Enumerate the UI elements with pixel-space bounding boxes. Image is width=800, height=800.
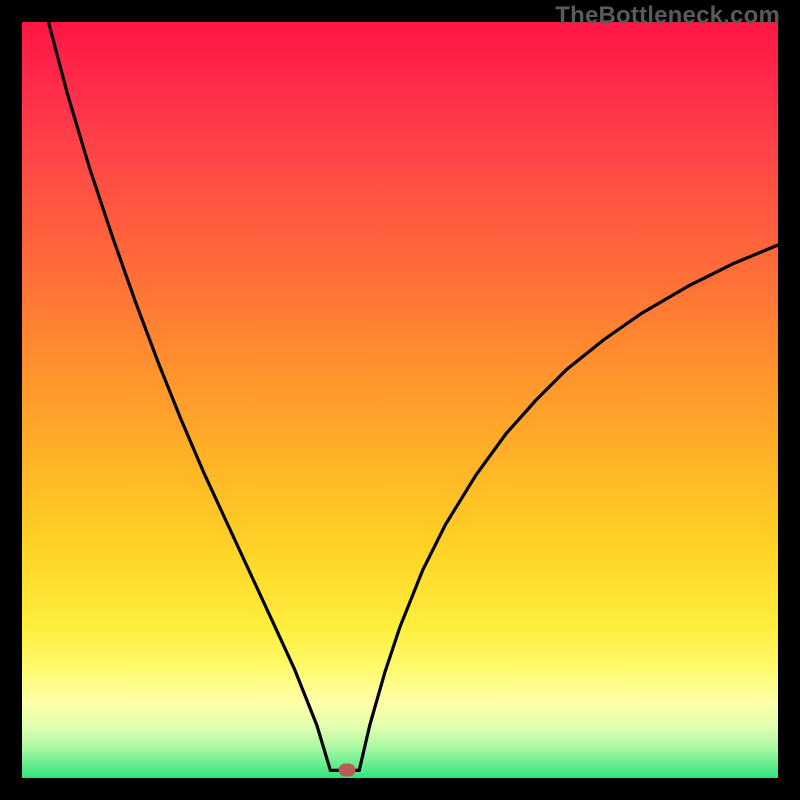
bottleneck-curve [22, 22, 778, 778]
outer-frame: TheBottleneck.com [0, 0, 800, 800]
curve-left-branch [49, 22, 331, 770]
plot-area [22, 22, 778, 778]
watermark-text: TheBottleneck.com [555, 2, 780, 30]
optimum-marker [339, 764, 356, 777]
curve-right-branch [359, 245, 778, 770]
